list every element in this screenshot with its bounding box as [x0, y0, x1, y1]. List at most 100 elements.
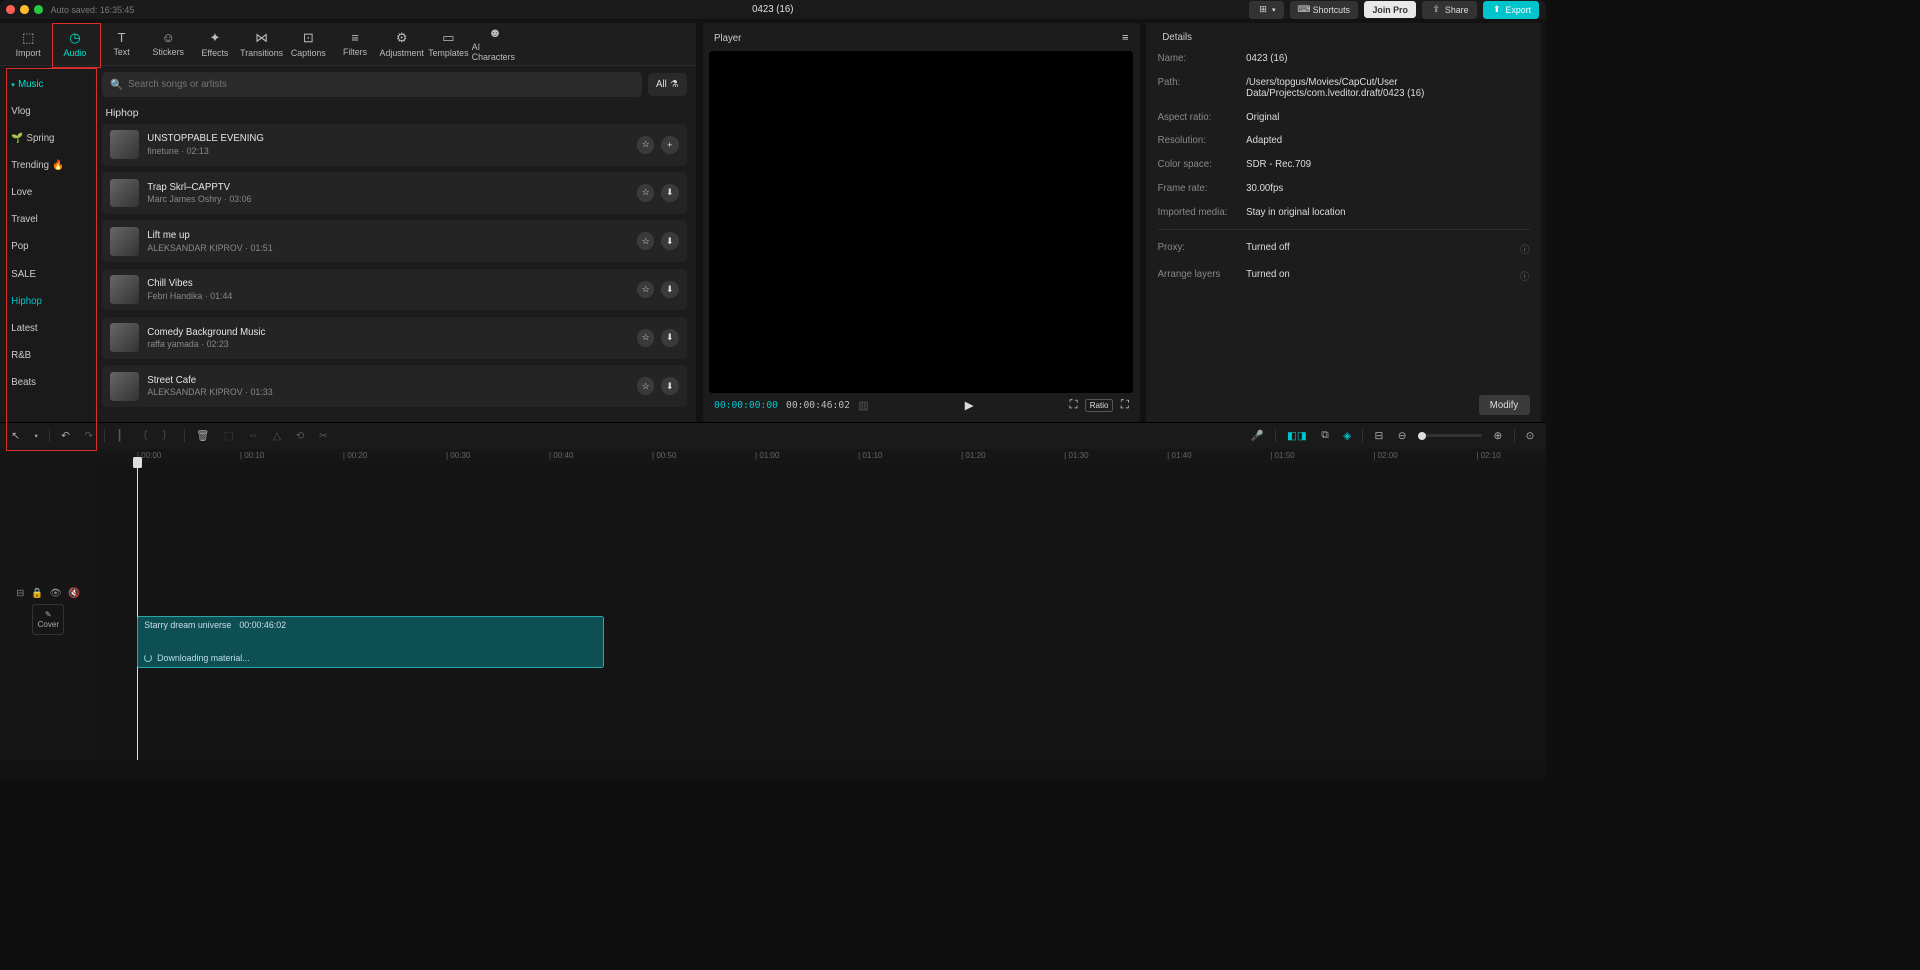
search-input[interactable]	[128, 79, 633, 90]
fullscreen-button[interactable]: ⛶	[1121, 399, 1129, 412]
tab-stickers[interactable]: ☺Stickers	[145, 22, 192, 65]
download-button[interactable]: ⬇	[661, 184, 679, 202]
redo-button[interactable]: ↷	[81, 426, 96, 444]
share-button[interactable]: ⇪Share	[1422, 1, 1476, 19]
playhead[interactable]	[137, 463, 138, 760]
add-button[interactable]: +	[661, 136, 679, 154]
favorite-button[interactable]: ☆	[637, 184, 655, 202]
mirror-button[interactable]: ⇔	[245, 427, 262, 444]
preview-button[interactable]: ◈	[1340, 426, 1354, 444]
tab-audio[interactable]: ◷Audio	[52, 22, 99, 65]
category-beats[interactable]: Beats	[0, 369, 93, 396]
category-hiphop[interactable]: Hiphop	[0, 288, 93, 315]
category-latest[interactable]: Latest	[0, 315, 93, 342]
close-window[interactable]	[6, 5, 15, 14]
mic-button[interactable]: 🎤	[1247, 426, 1266, 445]
audio-clip[interactable]: Starry dream universe 00:00:46:02 Downlo…	[137, 616, 604, 668]
favorite-button[interactable]: ☆	[637, 232, 655, 250]
zoom-fit-button[interactable]: ⊙	[1522, 426, 1537, 444]
favorite-button[interactable]: ☆	[637, 281, 655, 299]
download-button[interactable]: ⬇	[661, 232, 679, 250]
song-row[interactable]: Lift me up ALEKSANDAR KIPROV · 01:51 ☆ ⬇	[102, 220, 686, 262]
favorite-button[interactable]: ☆	[637, 329, 655, 347]
ruler-tick: | 01:00	[755, 449, 858, 463]
zoom-in-button[interactable]: ⊕	[1490, 426, 1505, 444]
layout-icon: ⊞	[1257, 4, 1268, 15]
tab-templates[interactable]: ▭Templates	[425, 22, 472, 65]
song-row[interactable]: Street Cafe ALEKSANDAR KIPROV · 01:33 ☆ …	[102, 365, 686, 407]
delete-button[interactable]: 🗑	[193, 426, 213, 445]
crop-button[interactable]: ⛶	[1070, 399, 1078, 412]
category-travel[interactable]: Travel	[0, 206, 93, 233]
link-button[interactable]: ⧉	[1318, 426, 1332, 444]
tab-captions[interactable]: ⊡Captions	[285, 22, 332, 65]
category-spring[interactable]: 🌱Spring	[0, 125, 93, 152]
mute-icon[interactable]: 🔇	[68, 588, 80, 599]
info-icon[interactable]: ⓘ	[1520, 269, 1530, 283]
rotate-button[interactable]: ⟲	[292, 426, 307, 444]
song-row[interactable]: Comedy Background Music raffa yamada · 0…	[102, 317, 686, 359]
minimize-window[interactable]	[20, 5, 29, 14]
clip-name: Starry dream universe	[144, 620, 231, 630]
modify-button[interactable]: Modify	[1479, 395, 1530, 416]
visibility-icon[interactable]: 👁	[49, 588, 61, 599]
download-button[interactable]: ⬇	[661, 377, 679, 395]
tab-filters[interactable]: ≡Filters	[332, 22, 379, 65]
song-row[interactable]: Chill Vibes Febri Handika · 01:44 ☆ ⬇	[102, 269, 686, 311]
compare-button[interactable]: ▥	[858, 399, 869, 412]
player-viewport[interactable]	[709, 51, 1133, 393]
filter-button[interactable]: All⚗	[648, 73, 687, 95]
detail-label: Aspect ratio:	[1158, 112, 1247, 123]
tab-adjustment[interactable]: ⚙Adjustment	[378, 22, 425, 65]
ratio-button[interactable]: Ratio	[1085, 399, 1112, 412]
favorite-button[interactable]: ☆	[637, 136, 655, 154]
category-pop[interactable]: Pop	[0, 233, 93, 260]
zoom-out-button[interactable]: ⊖	[1395, 426, 1410, 444]
undo-button[interactable]: ↶	[58, 426, 73, 444]
download-button[interactable]: ⬇	[661, 281, 679, 299]
select-tool[interactable]: ↖	[8, 426, 23, 444]
crop-tool[interactable]: ✂	[316, 426, 331, 444]
tick-label: | 01:10	[858, 451, 882, 460]
join-pro-button[interactable]: Join Pro	[1364, 1, 1415, 17]
tab-effects[interactable]: ✦Effects	[192, 22, 239, 65]
download-button[interactable]: ⬇	[661, 329, 679, 347]
trim-left-button[interactable]: 〔	[134, 425, 151, 446]
category-love[interactable]: Love	[0, 179, 93, 206]
category-sale[interactable]: SALE	[0, 260, 93, 287]
favorite-button[interactable]: ☆	[637, 377, 655, 395]
timeline-ruler[interactable]: | 00:00| 00:10| 00:20| 00:30| 00:40| 00:…	[0, 449, 1546, 463]
trim-right-button[interactable]: 〕	[159, 425, 176, 446]
tab-import[interactable]: ⬚Import	[5, 22, 52, 65]
category-music[interactable]: Music	[0, 71, 93, 98]
category-r&b[interactable]: R&B	[0, 342, 93, 369]
maximize-window[interactable]	[34, 5, 43, 14]
player-menu-button[interactable]: ≡	[1122, 32, 1129, 44]
details-title: Details	[1162, 32, 1192, 43]
zoom-slider[interactable]	[1418, 434, 1482, 437]
play-button[interactable]: ▶	[965, 399, 974, 412]
category-vlog[interactable]: Vlog	[0, 98, 93, 125]
layout-button[interactable]: ⊞▾	[1249, 1, 1283, 19]
cover-button[interactable]: ✎ Cover	[32, 604, 64, 635]
export-button[interactable]: ⬆Export	[1483, 1, 1539, 19]
song-row[interactable]: UNSTOPPABLE EVENING finetune · 02:13 ☆ +	[102, 124, 686, 166]
snap-button[interactable]: ◧◨	[1284, 426, 1310, 444]
shortcuts-button[interactable]: ⌨Shortcuts	[1290, 1, 1358, 19]
tab-ai-characters[interactable]: ☻AI Characters	[472, 22, 519, 65]
category-trending[interactable]: Trending🔥	[0, 152, 93, 179]
lock-icon[interactable]: 🔒	[31, 588, 43, 599]
align-button[interactable]: ⊟	[1371, 426, 1386, 444]
tab-transitions[interactable]: ⋈Transitions	[238, 22, 285, 65]
detail-label: Path:	[1158, 77, 1247, 99]
song-row[interactable]: Trap Skrl–CAPPTV Marc James Oshry · 03:0…	[102, 172, 686, 214]
info-icon[interactable]: ⓘ	[1520, 242, 1530, 256]
tool-b[interactable]: △	[270, 426, 284, 444]
tool-a[interactable]: ⬚	[221, 426, 237, 444]
select-tool-dropdown[interactable]: ▾	[31, 428, 41, 442]
tab-text[interactable]: TText	[98, 22, 145, 65]
track-toggle-icon[interactable]: ⊟	[16, 588, 24, 599]
search-box[interactable]: 🔍	[102, 72, 641, 96]
split-button[interactable]: ┃	[113, 426, 126, 444]
timeline-tracks[interactable]: Starry dream universe 00:00:46:02 Downlo…	[97, 463, 1546, 760]
